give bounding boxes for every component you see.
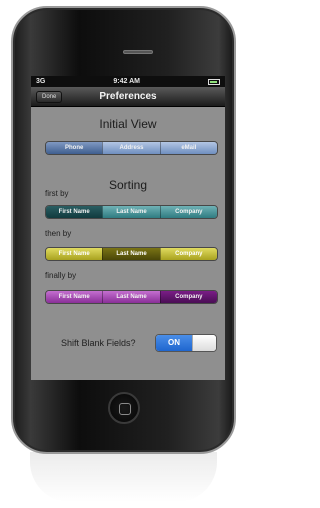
carrier-label: 3G [36,78,46,85]
battery-icon [208,78,220,85]
app-screen: 3G 9:42 AM Done Preferences Initial View… [31,76,225,380]
earpiece-speaker [123,50,153,54]
finally-by-option-first-name[interactable]: First Name [46,291,103,303]
then-by-segmented-control: First Name Last Name Company [45,247,218,261]
clock: 9:42 AM [113,78,140,85]
finally-by-segmented-control: First Name Last Name Company [45,290,218,304]
then-by-option-company[interactable]: Company [159,248,217,260]
switch-state-label: ON [156,335,192,351]
first-by-option-company[interactable]: Company [159,206,217,218]
shift-blank-fields-switch[interactable]: ON [155,334,217,352]
first-by-option-first-name[interactable]: First Name [46,206,103,218]
device-reflection [30,452,217,502]
done-button[interactable]: Done [36,91,63,103]
then-by-option-last-name[interactable]: Last Name [102,248,160,260]
navigation-bar: Done Preferences [31,87,225,107]
initial-view-segmented-control: Phone Address eMail [45,141,218,155]
then-by-label: then by [45,229,72,238]
shift-blank-fields-label: Shift Blank Fields? [61,338,136,348]
initial-view-heading: Initial View [99,117,157,131]
finally-by-option-company[interactable]: Company [159,291,217,303]
initial-view-option-email[interactable]: eMail [159,142,217,154]
initial-view-option-phone[interactable]: Phone [46,142,103,154]
initial-view-option-address[interactable]: Address [102,142,160,154]
page-title: Preferences [99,91,157,102]
status-bar: 3G 9:42 AM [31,76,225,87]
home-button[interactable] [108,392,140,424]
finally-by-option-last-name[interactable]: Last Name [102,291,160,303]
finally-by-label: finally by [45,271,77,280]
first-by-option-last-name[interactable]: Last Name [102,206,160,218]
first-by-segmented-control: First Name Last Name Company [45,205,218,219]
first-by-label: first by [45,189,69,198]
switch-knob[interactable] [192,335,216,351]
then-by-option-first-name[interactable]: First Name [46,248,103,260]
preferences-content: Initial View Phone Address eMail Sorting… [31,107,225,380]
